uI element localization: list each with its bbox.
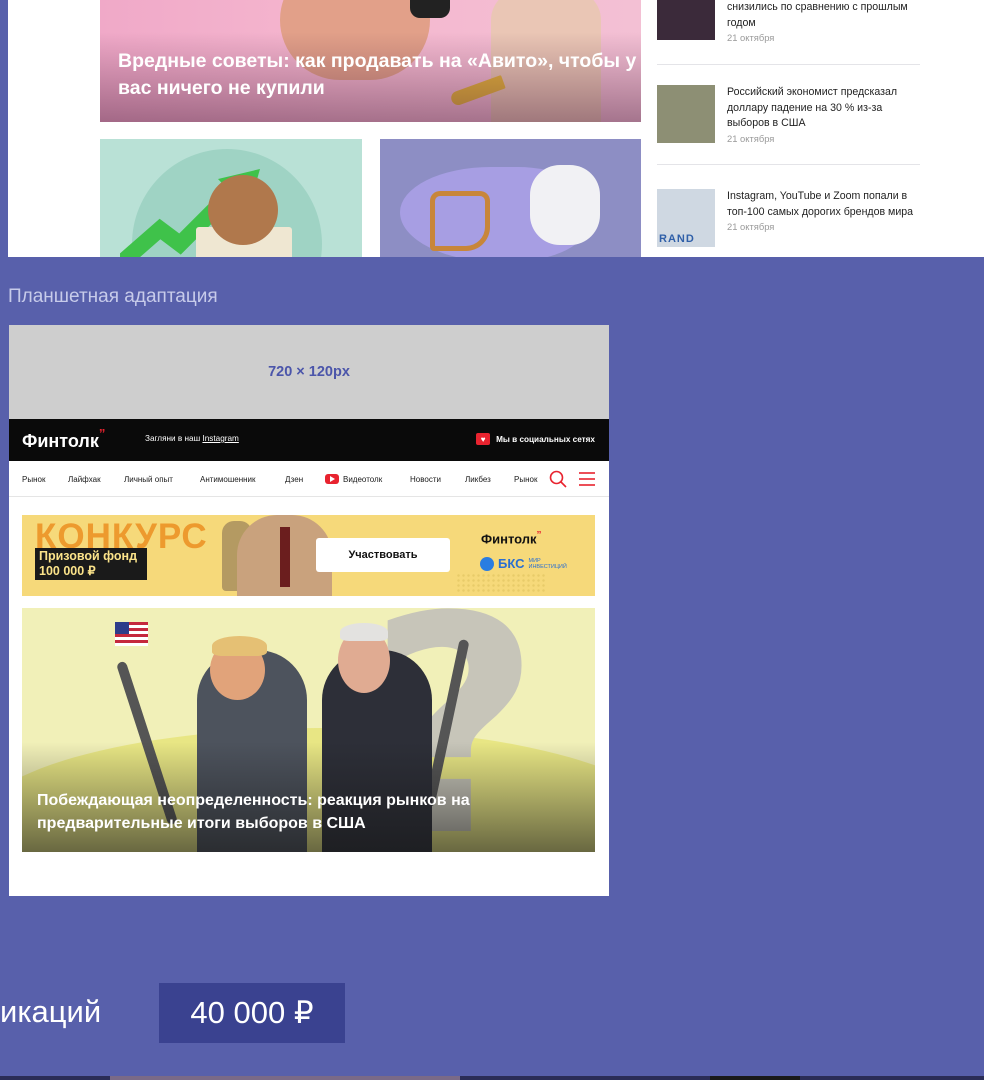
shoe-image xyxy=(410,0,450,18)
news-date: 21 октября xyxy=(727,32,775,43)
news-title[interactable]: снизились по сравнению с прошлым годом xyxy=(727,0,921,31)
hero-article-title[interactable]: Вредные советы: как продавать на «Авито»… xyxy=(118,48,638,102)
glitter-decoration xyxy=(456,573,546,593)
news-feed: снизились по сравнению с прошлым годом 2… xyxy=(657,0,920,257)
nav-item-rynok-2[interactable]: Рынок xyxy=(514,475,537,484)
search-icon[interactable] xyxy=(549,470,567,488)
logo-text: Финтолк xyxy=(22,431,99,451)
article-tile-astronaut[interactable] xyxy=(380,139,641,257)
promo-text: Загляни в наш xyxy=(145,434,203,443)
nav-item-likbez[interactable]: Ликбез xyxy=(465,475,491,484)
nav-item-rynok[interactable]: Рынок xyxy=(22,475,45,484)
main-article-card[interactable]: ? Побеждающая неопределенность: реакция … xyxy=(22,608,595,852)
tablet-preview: 720 × 120px Финтолк” Загляни в наш Insta… xyxy=(9,325,609,896)
main-article-title[interactable]: Побеждающая неопределенность: реакция ры… xyxy=(37,789,577,835)
section-label: Планшетная адаптация xyxy=(8,286,218,307)
logo-quote-mark: ” xyxy=(98,426,106,441)
news-item[interactable]: снизились по сравнению с прошлым годом 2… xyxy=(657,0,920,65)
nav-item-lifehack[interactable]: Лайфхак xyxy=(68,475,101,484)
participate-button[interactable]: Участвовать xyxy=(316,538,450,572)
video-play-icon xyxy=(325,474,339,484)
logo-quote-mark: ” xyxy=(536,530,542,541)
nav-item-label: Видеотолк xyxy=(343,475,383,485)
astronaut-image xyxy=(530,165,600,245)
bks-tagline-2: ИНВЕСТИЦИЙ xyxy=(528,563,567,570)
news-date: 21 октября xyxy=(727,221,775,232)
bks-tagline: МИР ИНВЕСТИЦИЙ xyxy=(529,558,567,570)
rocking-chair-image xyxy=(430,191,490,251)
tie-image xyxy=(280,527,290,587)
instagram-promo: Загляни в наш Instagram xyxy=(145,434,239,443)
ad-slot-size: 720 × 120px xyxy=(268,364,350,380)
nav-item-news[interactable]: Новости xyxy=(410,475,441,484)
nav-item-personal-experience[interactable]: Личный опыт xyxy=(124,475,173,484)
news-title[interactable]: Instagram, YouTube и Zoom попали в топ-1… xyxy=(727,189,921,220)
main-nav: Рынок Лайфхак Личный опыт Антимошенник Д… xyxy=(9,461,609,497)
bks-logo-icon xyxy=(480,556,494,571)
price-badge: 40 000 ₽ xyxy=(159,983,345,1043)
news-item[interactable]: Российский экономист предсказал доллару … xyxy=(657,65,920,165)
nav-item-videotalk[interactable]: Видеотолк xyxy=(325,474,383,485)
nav-item-dzen[interactable]: Дзен xyxy=(285,475,303,484)
prize-fund: Призовой фонд 100 000 ₽ xyxy=(35,548,147,580)
hamburger-menu-icon[interactable] xyxy=(579,472,595,486)
site-logo[interactable]: Финтолк” xyxy=(22,426,106,452)
news-title[interactable]: Российский экономист предсказал доллару … xyxy=(727,85,921,132)
news-date: 21 октября xyxy=(727,132,775,144)
news-thumbnail: RAND xyxy=(657,189,715,247)
partner-logo-bks: БКС МИР ИНВЕСТИЦИЙ xyxy=(480,556,567,571)
politician-right-hair xyxy=(340,623,388,641)
teddy-bear-image xyxy=(208,175,278,245)
heart-icon: ♥ xyxy=(476,433,491,445)
news-item[interactable]: RAND Instagram, YouTube и Zoom попали в … xyxy=(657,165,920,257)
desktop-preview: Вредные советы: как продавать на «Авито»… xyxy=(8,0,984,257)
ad-slot-placeholder: 720 × 120px xyxy=(9,325,609,419)
next-section-strip xyxy=(0,1076,984,1080)
us-flag-icon xyxy=(115,622,148,646)
prize-amount: 100 000 ₽ xyxy=(39,564,96,578)
social-label: Мы в социальных сетях xyxy=(496,434,595,444)
bks-name: БКС xyxy=(498,556,525,571)
partner-logo-fintalk: Финтолк” xyxy=(481,530,542,546)
politician-left-hair xyxy=(212,636,267,656)
hero-article-card[interactable]: Вредные советы: как продавать на «Авито»… xyxy=(100,0,641,122)
news-thumbnail xyxy=(657,85,715,143)
news-thumbnail xyxy=(657,0,715,40)
contest-banner[interactable]: КОНКУРС Призовой фонд 100 000 ₽ Участвов… xyxy=(22,515,595,596)
instagram-link[interactable]: Instagram xyxy=(202,434,238,443)
article-tile-teddy[interactable] xyxy=(100,139,362,257)
social-networks-button[interactable]: ♥ Мы в социальных сетях xyxy=(476,433,595,445)
partner-logo-text: Финтолк xyxy=(481,531,537,547)
nav-item-antifraud[interactable]: Антимошенник xyxy=(200,475,256,484)
site-header: Финтолк” Загляни в наш Instagram ♥ Мы в … xyxy=(9,419,609,461)
publications-label: икаций xyxy=(0,994,102,1029)
prize-label: Призовой фонд xyxy=(39,549,138,563)
thumbnail-text: RAND xyxy=(659,233,695,245)
